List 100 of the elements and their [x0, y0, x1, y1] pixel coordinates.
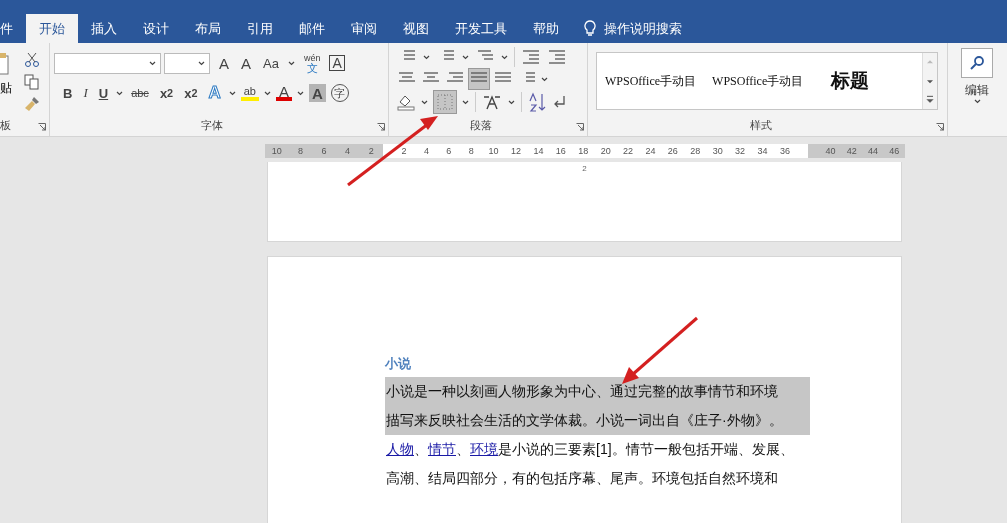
- ruler-number: 16: [554, 146, 567, 156]
- ruler-number: 4: [344, 146, 352, 156]
- link[interactable]: 情节: [428, 441, 456, 457]
- page-number: 2: [582, 164, 587, 174]
- copy-icon[interactable]: [24, 74, 40, 90]
- ribbon-tab[interactable]: 视图: [390, 14, 442, 43]
- font-name-field[interactable]: [54, 52, 161, 74]
- font-size-field[interactable]: [164, 52, 210, 74]
- ruler-number: 2: [400, 146, 408, 156]
- ruler-number: 22: [622, 146, 635, 156]
- ruler-number: 8: [467, 146, 475, 156]
- strike-button[interactable]: abc: [128, 82, 152, 104]
- scissors-icon[interactable]: [24, 52, 40, 68]
- text: 描写来反映社会生活的文学体裁。小说一词出自《庄子·外物》。: [386, 412, 783, 428]
- caret-icon[interactable]: [508, 99, 515, 105]
- dialog-launcher-icon[interactable]: [38, 123, 46, 131]
- color-button[interactable]: A: [275, 85, 292, 101]
- increase-indent-icon[interactable]: [547, 47, 567, 67]
- group-label: 板: [0, 118, 12, 133]
- text-direction-icon[interactable]: [482, 93, 502, 111]
- caret-icon[interactable]: [973, 99, 981, 104]
- ribbon-tab[interactable]: 布局: [182, 14, 234, 43]
- search-button[interactable]: [961, 48, 993, 78]
- ruler-number: 42: [845, 146, 858, 156]
- box-button[interactable]: A: [329, 55, 345, 71]
- caret-icon[interactable]: [116, 90, 124, 96]
- ribbon-tab[interactable]: 设计: [130, 14, 182, 43]
- format-painter-icon[interactable]: [24, 96, 40, 112]
- link[interactable]: 环境: [470, 441, 498, 457]
- shrink-button[interactable]: A: [238, 52, 255, 74]
- search-icon: [969, 55, 985, 71]
- ruler-number: 24: [644, 146, 657, 156]
- ribbon-tab[interactable]: 件: [0, 14, 26, 43]
- ruler-number: 46: [888, 146, 901, 156]
- ruler-number: 4: [422, 146, 430, 156]
- ruler-number: 34: [756, 146, 769, 156]
- style-item[interactable]: WPSOffice手动目: [597, 72, 705, 90]
- bold-button[interactable]: B: [60, 82, 76, 104]
- ribbon-tab[interactable]: 邮件: [286, 14, 338, 43]
- ribbon-tab[interactable]: 插入: [78, 14, 130, 43]
- tell-me-search[interactable]: 操作说明搜索: [604, 19, 682, 38]
- underline-button[interactable]: U: [95, 82, 112, 104]
- ribbon-tab[interactable]: 引用: [234, 14, 286, 43]
- caret-icon[interactable]: [296, 90, 304, 96]
- text: 、: [414, 441, 428, 457]
- link[interactable]: 人物: [386, 441, 414, 457]
- caret-icon[interactable]: [541, 76, 548, 82]
- caret-icon[interactable]: [421, 99, 428, 105]
- dialog-launcher-icon[interactable]: [377, 123, 385, 131]
- highlight-button[interactable]: ab: [240, 85, 259, 101]
- ruler-number: 6: [445, 146, 453, 156]
- group-label: 样式: [748, 118, 773, 133]
- style-item[interactable]: 标题: [811, 68, 890, 94]
- sort-icon[interactable]: [528, 92, 546, 112]
- style-item[interactable]: WPSOffice手动目: [704, 72, 812, 90]
- ribbon-tab[interactable]: 开发工具: [442, 14, 520, 43]
- document-heading: 小说: [385, 355, 412, 373]
- ruler-number: 14: [532, 146, 545, 156]
- ruler-number: 10: [487, 146, 500, 156]
- editing-button[interactable]: 编辑: [948, 82, 1006, 99]
- text: 、: [456, 441, 470, 457]
- ruler-number: 6: [320, 146, 328, 156]
- ruler-number: 44: [867, 146, 880, 156]
- italic-button[interactable]: I: [80, 82, 91, 104]
- dialog-launcher-icon[interactable]: [936, 123, 944, 131]
- dialog-launcher-icon[interactable]: [576, 123, 584, 131]
- ribbon-tab[interactable]: 帮助: [520, 14, 572, 43]
- caret-icon[interactable]: [423, 54, 430, 60]
- lightbulb-icon[interactable]: [584, 20, 596, 37]
- shading-icon[interactable]: [397, 93, 415, 111]
- decrease-indent-icon[interactable]: [521, 47, 541, 67]
- ruler-number: 32: [734, 146, 747, 156]
- caret-icon[interactable]: [263, 90, 271, 96]
- case-button[interactable]: Aa: [260, 52, 282, 74]
- paste-button[interactable]: 贴: [0, 80, 12, 97]
- ruler-number: 26: [666, 146, 679, 156]
- caret-icon[interactable]: [462, 99, 469, 105]
- ruler-number: 36: [778, 146, 791, 156]
- ruler-number: 20: [599, 146, 612, 156]
- caret-icon[interactable]: [149, 60, 156, 66]
- grow-button[interactable]: A: [216, 52, 232, 74]
- text: 是小说的三要素[1]。情节一般包括开端、发展、: [498, 441, 794, 457]
- ruler-number: 40: [824, 146, 837, 156]
- caret-icon[interactable]: [287, 60, 295, 66]
- group-label: 段落: [469, 118, 493, 133]
- ribbon-tab[interactable]: 开始: [26, 14, 78, 43]
- caret-icon[interactable]: [501, 54, 508, 60]
- shaded-button[interactable]: A: [308, 84, 326, 102]
- text: 小说是一种以刻画人物形象为中心、通过完整的故事情节和环境: [386, 383, 778, 399]
- caret-icon[interactable]: [228, 90, 236, 96]
- ruler-number: 18: [577, 146, 590, 156]
- ruler-number: 30: [711, 146, 724, 156]
- caret-icon[interactable]: [462, 54, 469, 60]
- ruler-number: 10: [270, 146, 283, 156]
- clipboard-icon[interactable]: [0, 52, 10, 76]
- caret-icon[interactable]: [198, 60, 205, 66]
- text: 高潮、结局四部分，有的包括序幕、尾声。环境包括自然环境和: [386, 470, 778, 486]
- ribbon-tab[interactable]: 审阅: [338, 14, 390, 43]
- phonetic-guide-button[interactable]: wén 文: [300, 53, 324, 73]
- show-marks-icon[interactable]: [552, 94, 568, 110]
